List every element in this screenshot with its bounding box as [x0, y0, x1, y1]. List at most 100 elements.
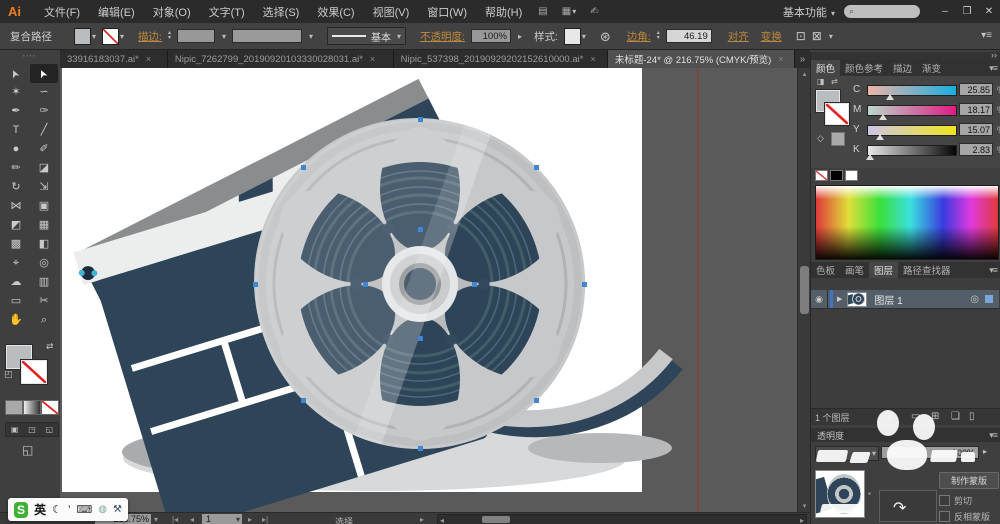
recolor-artwork-icon[interactable]: ⊛: [600, 30, 611, 43]
chevron-right-icon[interactable]: ▸: [518, 32, 522, 41]
white-swatch[interactable]: [845, 170, 858, 181]
panel-menu-icon[interactable]: ▾≡: [989, 430, 998, 441]
out-of-gamut-icon[interactable]: ◇: [817, 134, 824, 143]
pencil-tool[interactable]: ✏: [2, 159, 30, 178]
expand-layer-icon[interactable]: ▶: [837, 295, 842, 303]
stroke-weight-field[interactable]: [176, 29, 215, 43]
search-input[interactable]: ⌕: [844, 5, 920, 18]
fill-color-dropdown[interactable]: ▾: [74, 27, 96, 45]
clipping-mask-icon[interactable]: ▭: [911, 412, 920, 422]
draw-normal-icon[interactable]: ▣: [11, 425, 19, 434]
direct-selection-tool[interactable]: ➤: [30, 64, 58, 83]
slider-thumb[interactable]: [876, 134, 885, 140]
close-tab-icon[interactable]: ×: [590, 54, 595, 64]
gamut-swatch[interactable]: [831, 132, 845, 146]
scale-tool[interactable]: ⇲: [30, 178, 58, 197]
layer-thumbnail[interactable]: [847, 291, 868, 307]
opacity-label[interactable]: 不透明度:: [420, 29, 465, 44]
mask-link-icon[interactable]: ▪: [868, 490, 871, 498]
tab-pathfinder[interactable]: 路径查找器: [898, 262, 956, 278]
corner-stepper[interactable]: ▴ ▾: [657, 30, 660, 41]
ime-fullhalf-icon[interactable]: ☾: [52, 503, 62, 516]
zoom-tool[interactable]: ⌕: [30, 311, 58, 330]
type-tool[interactable]: T: [2, 121, 30, 140]
none-swatch[interactable]: [815, 170, 828, 181]
opacity-mask-well[interactable]: [879, 490, 937, 522]
opacity-field[interactable]: 100%: [470, 29, 511, 43]
menu-object[interactable]: 对象(O): [144, 4, 200, 20]
sogou-logo-icon[interactable]: S: [14, 501, 29, 518]
channel-value-field[interactable]: 18.17: [959, 103, 993, 116]
close-tab-icon[interactable]: ×: [778, 54, 783, 64]
horizontal-scrollbar[interactable]: ◂ ▸: [437, 514, 807, 524]
transform-label[interactable]: 变换: [761, 29, 782, 44]
gradient-mode-button[interactable]: [23, 400, 41, 415]
tab-brushes[interactable]: 画笔: [840, 262, 869, 278]
line-segment-tool[interactable]: ╱: [30, 121, 58, 140]
collapse-panels-icon[interactable]: ››: [991, 50, 997, 60]
tab-swatches[interactable]: 色板: [811, 262, 840, 278]
color-spectrum[interactable]: [815, 185, 999, 260]
layer-selection-indicator[interactable]: [985, 295, 993, 303]
brush-definition-dropdown[interactable]: 基本 ▾: [327, 27, 407, 45]
canvas-viewport[interactable]: [60, 68, 797, 524]
width-tool[interactable]: ⋈: [2, 197, 30, 216]
menu-edit[interactable]: 编辑(E): [89, 4, 144, 20]
clip-checkbox[interactable]: [939, 495, 950, 506]
visibility-eye-icon[interactable]: ◉: [811, 294, 827, 305]
style-dropdown[interactable]: ▾: [563, 27, 586, 45]
next-artboard-icon[interactable]: ▸: [248, 515, 252, 524]
slider-thumb[interactable]: [865, 154, 874, 160]
pen-tool[interactable]: ✒: [2, 102, 30, 121]
zoom-dropdown-icon[interactable]: ▾: [154, 515, 158, 524]
close-tab-icon[interactable]: ×: [370, 54, 375, 64]
close-button[interactable]: ✕: [978, 6, 1000, 17]
scroll-left-icon[interactable]: ◂: [440, 516, 444, 524]
status-flyout-icon[interactable]: ▸: [420, 515, 424, 524]
eyedropper-tool[interactable]: ⌖: [2, 254, 30, 273]
panel-menu-icon[interactable]: ▾≡: [989, 63, 998, 74]
selection-tool[interactable]: ➤: [2, 64, 30, 83]
channel-value-field[interactable]: 2.83: [959, 143, 993, 156]
symbol-sprayer-tool[interactable]: ☁: [2, 273, 30, 292]
screen-mode-icon[interactable]: ◱: [22, 444, 33, 456]
make-mask-button[interactable]: 制作蒙版: [939, 472, 999, 489]
new-sublayer-icon[interactable]: ⊞: [931, 412, 939, 422]
ellipse-tool[interactable]: ●: [2, 140, 30, 159]
tab-layers[interactable]: 图层: [869, 262, 899, 278]
arrange-documents-icon[interactable]: ▦▾: [562, 6, 576, 17]
scroll-right-icon[interactable]: ▸: [800, 516, 804, 524]
corner-field[interactable]: 46.19: [665, 29, 712, 43]
stroke-label[interactable]: 描边:: [138, 29, 162, 44]
slice-tool[interactable]: ✂: [30, 292, 58, 311]
blend-mode-dropdown[interactable]: ▾: [815, 446, 879, 461]
channel-value-field[interactable]: 25.85: [959, 83, 993, 96]
align-label[interactable]: 对齐: [728, 29, 749, 44]
layer-target-icon[interactable]: ◎: [970, 294, 979, 305]
shift-color-icon[interactable]: ◨: [817, 78, 825, 86]
channel-value-field[interactable]: 15.07: [959, 123, 993, 136]
ime-keyboard-icon[interactable]: ⌨: [76, 503, 92, 516]
menu-view[interactable]: 视图(V): [364, 4, 419, 20]
chevron-down-icon[interactable]: ▾: [829, 32, 833, 41]
stroke-color-dropdown[interactable]: ▾: [102, 27, 124, 45]
black-swatch[interactable]: [830, 170, 843, 181]
swap-fill-stroke-icon[interactable]: ⇄: [831, 78, 838, 86]
prev-artboard-icon[interactable]: ◂: [190, 515, 194, 524]
bridge-icon[interactable]: ▤: [538, 6, 547, 17]
workspace-switcher[interactable]: 基本功能 ▾: [774, 4, 844, 20]
shape-builder-tool[interactable]: ◩: [2, 216, 30, 235]
paintbrush-tool[interactable]: ✐: [30, 140, 58, 159]
tab-color-guide[interactable]: 颜色参考: [840, 60, 888, 76]
gradient-tool[interactable]: ◧: [30, 235, 58, 254]
document-tab[interactable]: 33916183037.ai* ×: [60, 50, 168, 68]
menu-effect[interactable]: 效果(C): [308, 4, 363, 20]
panel-menu-icon[interactable]: ▾≡: [989, 265, 998, 276]
vertical-scrollbar[interactable]: ▴ ▾: [797, 68, 811, 512]
ime-punctuation-icon[interactable]: ’: [68, 504, 70, 516]
minimize-button[interactable]: –: [934, 6, 956, 17]
artboard-tool[interactable]: ▭: [2, 292, 30, 311]
delete-layer-icon[interactable]: ▯: [969, 412, 975, 422]
magic-wand-tool[interactable]: ✶: [2, 83, 30, 102]
stroke-proxy[interactable]: [825, 103, 849, 125]
